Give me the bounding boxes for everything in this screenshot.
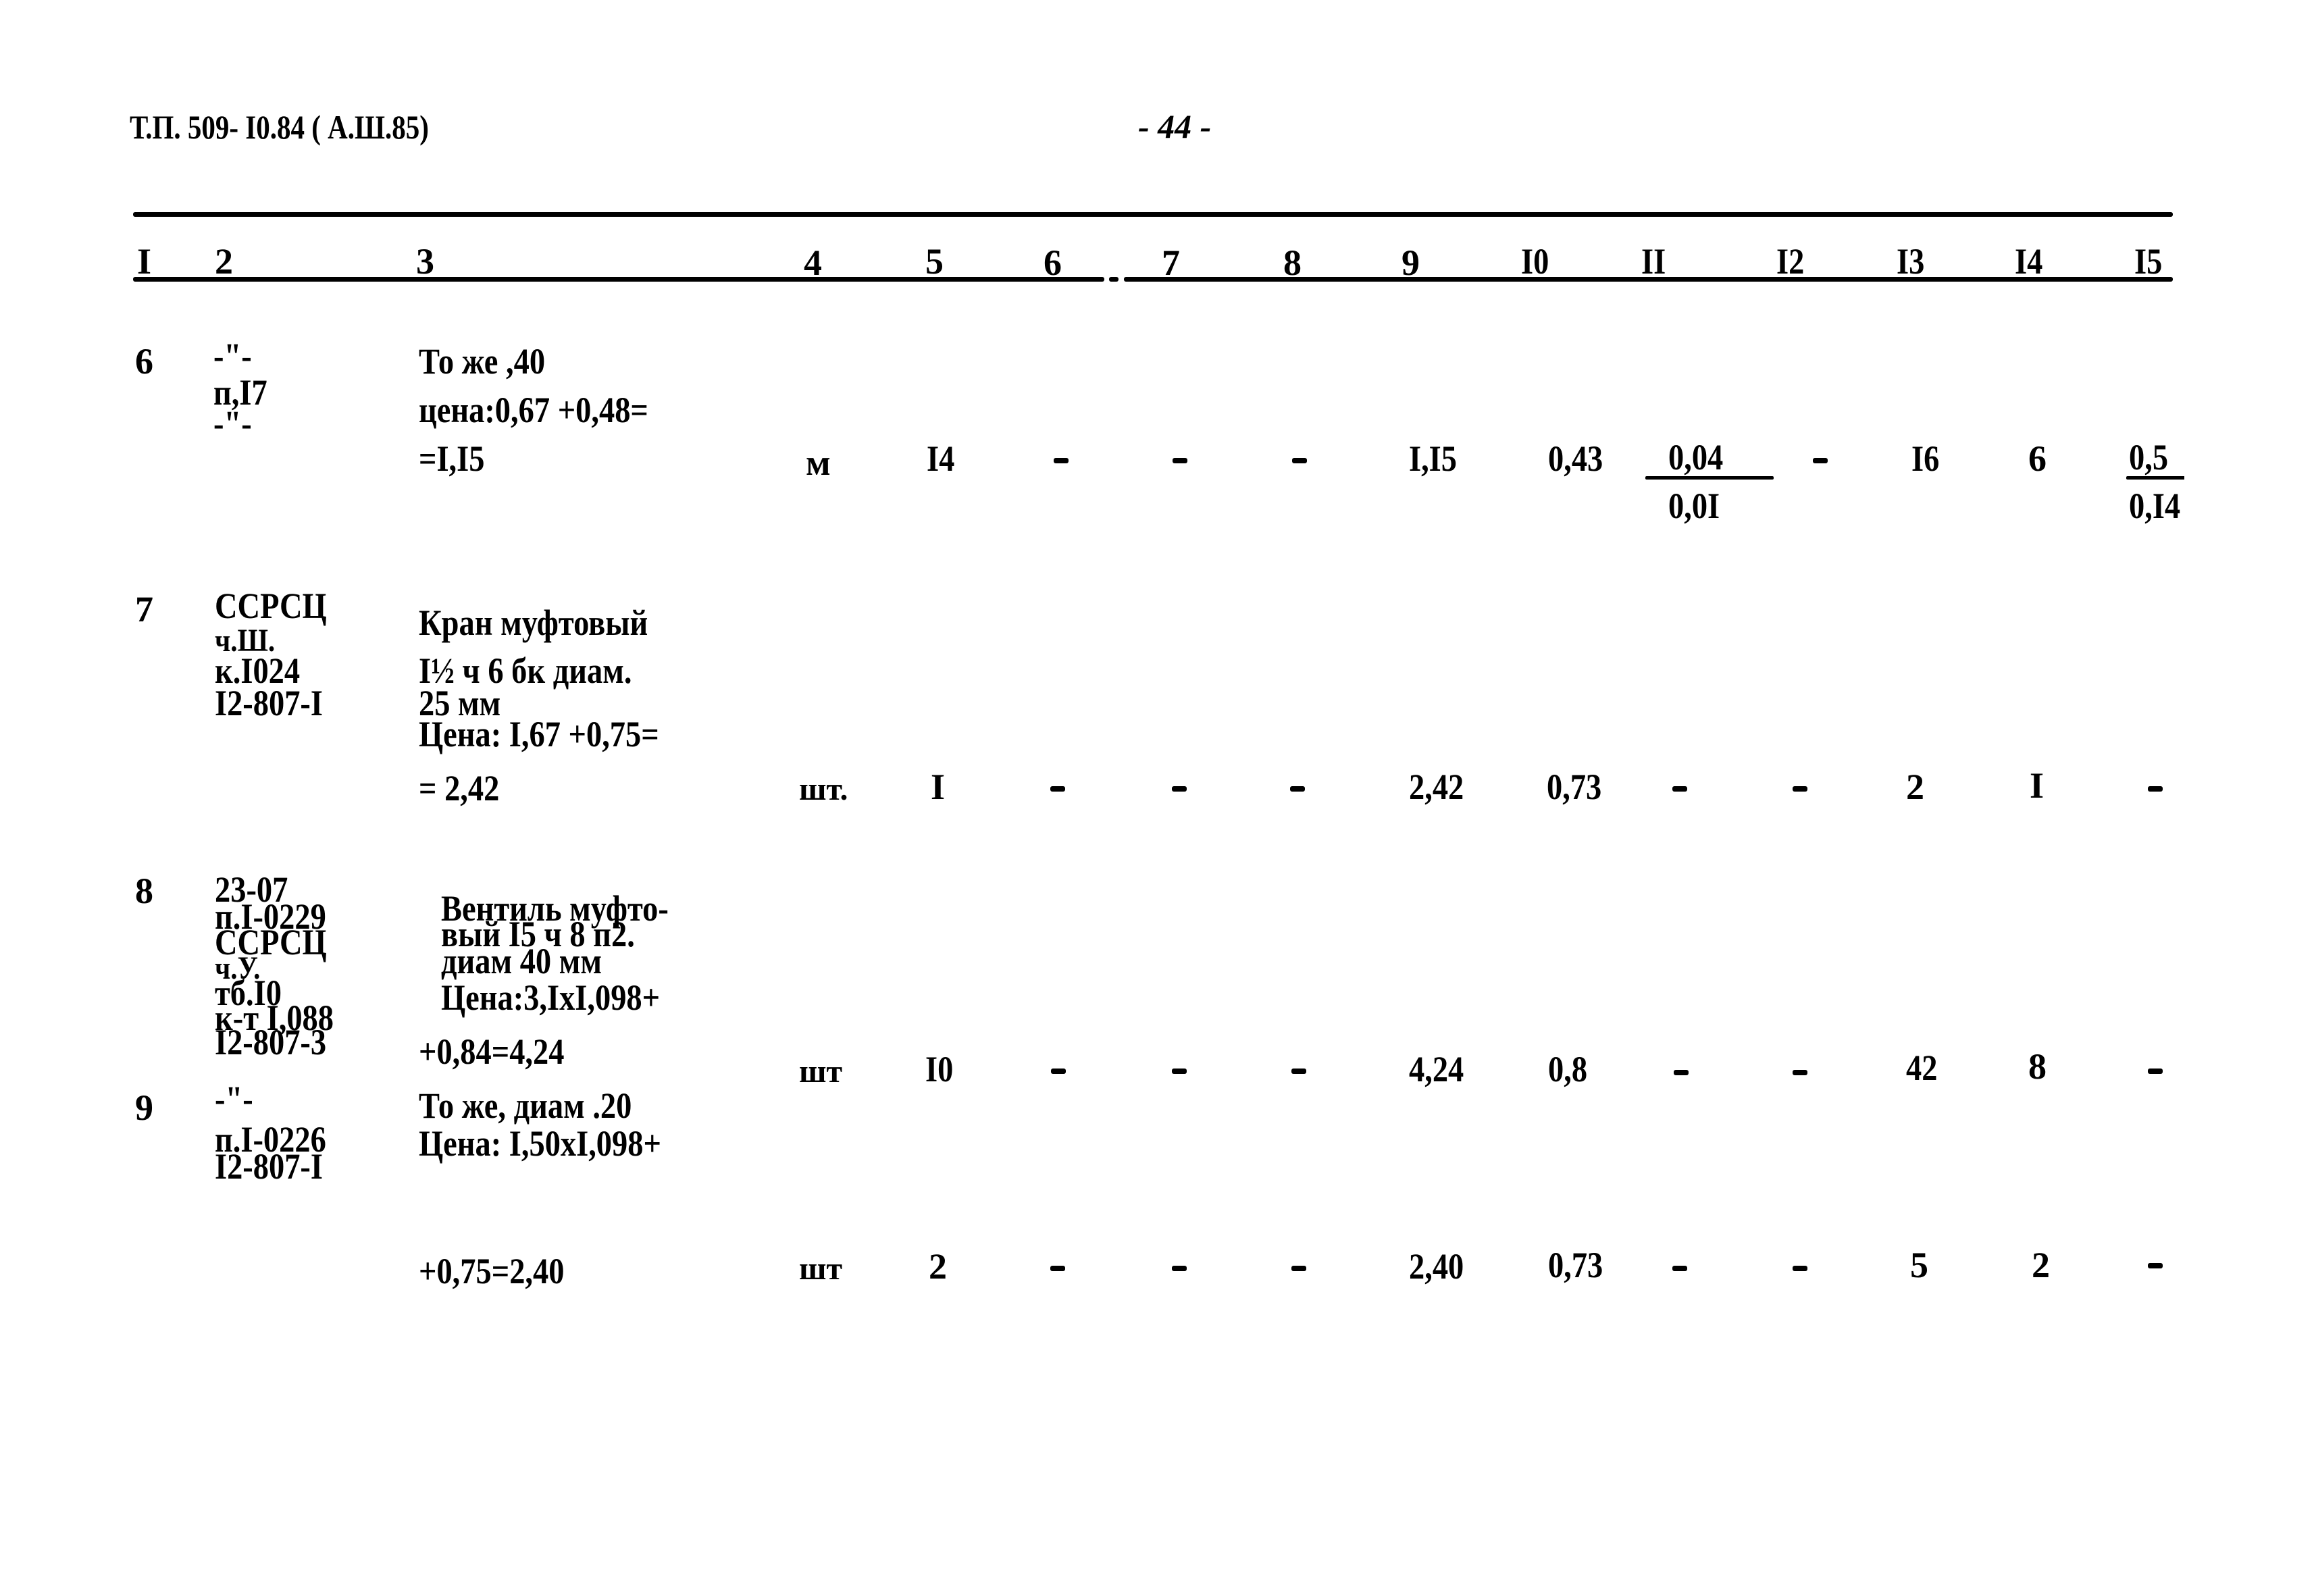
dash-col8 [1290, 786, 1305, 792]
ref-line: -"- [213, 403, 252, 444]
dash-col7 [1172, 1266, 1187, 1271]
dash-col7 [1173, 458, 1187, 463]
ref-line: I2-807-I [215, 1146, 323, 1187]
unit: шт [799, 1251, 843, 1287]
row-number: 8 [135, 871, 153, 911]
col9-value: 2,42 [1409, 767, 1464, 807]
dash-col8 [1291, 1069, 1306, 1074]
dash-col12 [1793, 1266, 1807, 1271]
quantity: I [931, 767, 946, 807]
col10-value: 0,73 [1547, 767, 1602, 807]
dash-col12 [1793, 786, 1807, 792]
col-header-5: 5 [925, 241, 944, 282]
quantity: I4 [927, 438, 955, 479]
col-header-10: I0 [1521, 241, 1549, 282]
col13-value: 42 [1906, 1048, 1938, 1088]
description-line: Цена: I,50xI,098+ [419, 1123, 661, 1164]
dash-col11 [1672, 786, 1687, 792]
col-header-12: I2 [1776, 241, 1805, 282]
col13-value: I6 [1911, 438, 1940, 479]
dash-col11 [1672, 1266, 1687, 1271]
col14-value: I [2030, 765, 2045, 806]
col-header-3: 3 [416, 241, 434, 282]
dash-col15 [2148, 786, 2163, 792]
ref-line: -"- [215, 1079, 253, 1119]
col-header-4: 4 [804, 242, 822, 283]
dash-col6 [1050, 786, 1065, 792]
description-line: цена:0,67 +0,48= [419, 390, 648, 430]
description-line: диам 40 мм [441, 941, 602, 981]
ref-line: -"- [213, 336, 252, 376]
unit: м [806, 442, 831, 483]
col-header-1: I [137, 241, 152, 282]
description-line: =I,I5 [419, 438, 485, 479]
row-number: 6 [135, 341, 153, 382]
col14-value: 6 [2028, 438, 2047, 479]
col13-value: 5 [1910, 1245, 1928, 1285]
ref-line: ССРСЦ [215, 586, 327, 626]
dash-col12 [1813, 458, 1828, 463]
col9-value: I,I5 [1409, 438, 1457, 479]
col-header-14: I4 [2015, 241, 2043, 282]
ref-line: I2-807-I [215, 683, 323, 723]
col9-value: 4,24 [1409, 1049, 1464, 1089]
page-number: - 44 - [1138, 107, 1212, 145]
document-page: Т.П. 509- I0.84 ( А.Ш.85) - 44 - I 2 3 4… [0, 0, 2184, 1596]
col13-value: 2 [1906, 767, 1924, 807]
quantity: 2 [929, 1246, 947, 1287]
table-top-rule [133, 212, 2173, 217]
row-number: 7 [135, 589, 153, 629]
fraction-line [2126, 476, 2184, 480]
col-header-11: II [1641, 241, 1666, 282]
dash-col15 [2148, 1263, 2163, 1268]
col14-value: 8 [2028, 1046, 2047, 1087]
header-bottom-rule-gap-piece [1109, 277, 1119, 282]
description-line: Кран муфтовый [419, 602, 648, 643]
col-header-6: 6 [1044, 242, 1062, 283]
col-header-13: I3 [1897, 241, 1925, 282]
ref-line: I2-807-3 [215, 1022, 327, 1062]
dash-col8 [1292, 458, 1307, 463]
dash-col6 [1054, 458, 1069, 463]
document-reference: Т.П. 509- I0.84 ( А.Ш.85) [130, 108, 429, 146]
col15-fraction-bottom: 0,I4 [2129, 486, 2181, 526]
col-header-2: 2 [215, 241, 233, 282]
dash-col15 [2148, 1069, 2163, 1074]
col-header-9: 9 [1402, 242, 1420, 283]
col9-value: 2,40 [1409, 1246, 1464, 1287]
col-header-15: I5 [2134, 241, 2163, 282]
header-bottom-rule-left [133, 277, 1104, 282]
dash-col8 [1291, 1266, 1306, 1271]
col-header-7: 7 [1162, 242, 1180, 283]
col15-fraction-top: 0,5 [2129, 437, 2169, 478]
unit: шт. [799, 771, 848, 807]
dash-col11 [1674, 1070, 1689, 1075]
description-line: То же ,40 [419, 341, 546, 382]
description-line: Цена:3,IxI,098+ [441, 977, 661, 1018]
fraction-line [1645, 476, 1774, 480]
description-line: То же, диам .20 [419, 1085, 632, 1126]
row-number: 9 [135, 1087, 153, 1128]
dash-col7 [1172, 786, 1187, 792]
col10-value: 0,73 [1548, 1245, 1603, 1285]
col11-fraction-bottom: 0,0I [1668, 486, 1720, 526]
description-line: Цена: I,67 +0,75= [419, 714, 659, 754]
col11-fraction-top: 0,04 [1668, 437, 1724, 478]
col10-value: 0,8 [1548, 1049, 1588, 1089]
col10-value: 0,43 [1548, 438, 1603, 479]
col-header-8: 8 [1283, 242, 1302, 283]
unit: шт [799, 1054, 843, 1089]
dash-col6 [1050, 1266, 1065, 1271]
description-line: +0,75=2,40 [419, 1251, 565, 1291]
dash-col6 [1051, 1069, 1066, 1074]
description-line: = 2,42 [419, 768, 500, 808]
dash-col7 [1172, 1069, 1187, 1074]
col14-value: 2 [2032, 1245, 2050, 1285]
dash-col12 [1793, 1070, 1807, 1075]
quantity: I0 [925, 1049, 954, 1089]
description-line: +0,84=4,24 [419, 1031, 565, 1072]
